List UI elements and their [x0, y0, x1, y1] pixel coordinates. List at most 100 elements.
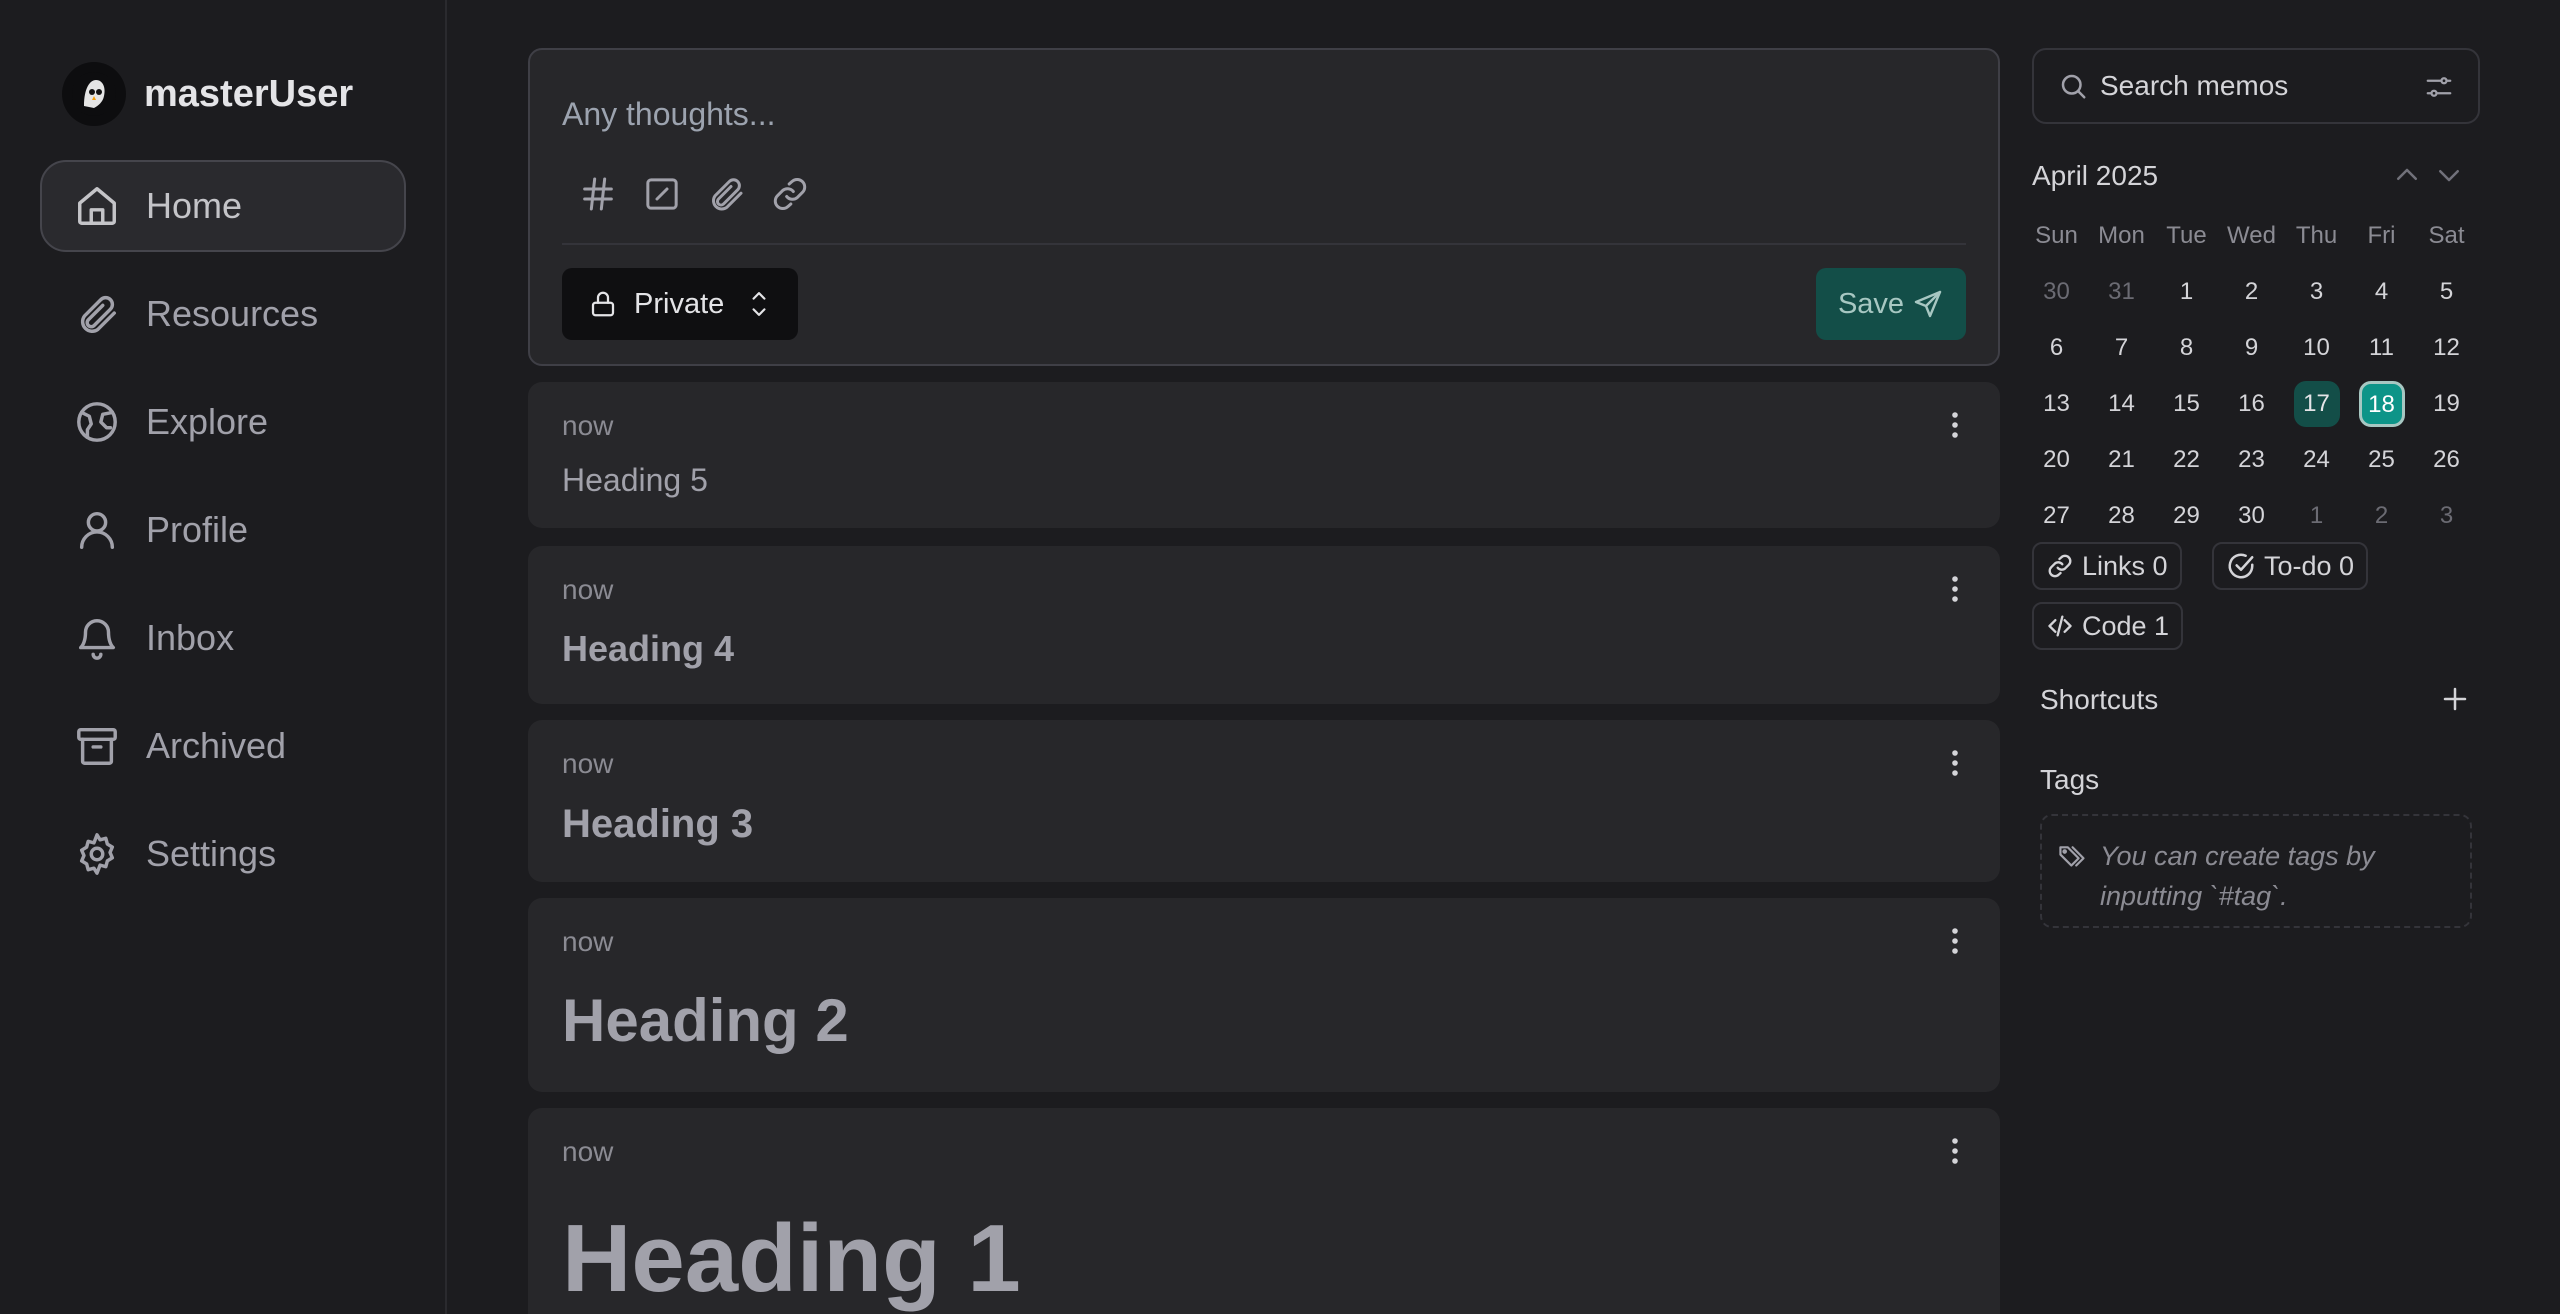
calendar-day[interactable]: 30 [2024, 278, 2089, 306]
calendar-day[interactable]: 30 [2219, 502, 2284, 530]
avatar [62, 62, 126, 126]
memo-heading: Heading 3 [562, 802, 754, 846]
nav-label: Inbox [146, 617, 235, 658]
more-vertical-icon[interactable] [1950, 926, 1960, 961]
sidebar: masterUser Home Resources Explore Profil… [0, 0, 447, 1314]
search-icon [2061, 74, 2086, 99]
calendar-day[interactable]: 13 [2024, 390, 2089, 418]
weekday-label: Wed [2227, 222, 2276, 249]
memo-time: now [562, 574, 614, 605]
calendar-day[interactable]: 2 [2349, 502, 2414, 530]
paperclip-icon [80, 295, 116, 333]
memo-card[interactable]: now Heading 5 [528, 382, 2000, 528]
calendar-day[interactable]: 15 [2154, 390, 2219, 418]
calendar-day[interactable]: 7 [2089, 334, 2154, 362]
gear-icon [79, 833, 115, 875]
calendar-day[interactable]: 23 [2219, 446, 2284, 474]
calendar-day[interactable]: 21 [2089, 446, 2154, 474]
memo-card[interactable]: now Heading 2 [528, 898, 2000, 1092]
chevron-down-icon[interactable] [2434, 160, 2464, 190]
nav-label: Home [146, 185, 243, 226]
archive-icon [77, 727, 117, 765]
search-input[interactable]: Search memos [2100, 70, 2288, 102]
calendar-week: 20 21 22 23 24 25 26 [2024, 432, 2488, 488]
more-vertical-icon[interactable] [1950, 748, 1960, 783]
calendar-day[interactable]: 29 [2154, 502, 2219, 530]
globe-icon [77, 402, 117, 442]
links-stat-chip[interactable]: Links 0 [2032, 542, 2182, 590]
calendar-day[interactable]: 3 [2284, 278, 2349, 306]
calendar-day[interactable]: 1 [2284, 502, 2349, 530]
calendar-month-title: April 2025 [2032, 160, 2159, 191]
calendar-day[interactable]: 14 [2089, 390, 2154, 418]
calendar-day[interactable]: 16 [2219, 390, 2284, 418]
memo-input[interactable]: Any thoughts... [562, 96, 775, 133]
link-icon [2048, 554, 2072, 578]
username: masterUser [144, 72, 354, 115]
calendar-day[interactable]: 8 [2154, 334, 2219, 362]
calendar-day[interactable]: 5 [2414, 278, 2479, 306]
chevron-up-icon[interactable] [2392, 160, 2422, 190]
memo-heading: Heading 1 [562, 1205, 1021, 1312]
calendar-day[interactable]: 1 [2154, 278, 2219, 306]
code-stat-chip[interactable]: Code 1 [2032, 602, 2184, 650]
checkbox-icon[interactable] [642, 174, 682, 219]
tags-hint-text: You can create tags by inputting `#tag`. [2100, 841, 2375, 911]
more-vertical-icon[interactable] [1950, 574, 1960, 609]
link-icon[interactable] [770, 174, 810, 219]
todo-stat-chip[interactable]: To-do 0 [2212, 542, 2369, 590]
calendar-day[interactable]: 10 [2284, 334, 2349, 362]
nav-item-settings[interactable]: Settings [40, 808, 406, 900]
calendar-day[interactable]: 19 [2414, 390, 2479, 418]
nav-item-home[interactable]: Home [40, 160, 406, 252]
nav-item-resources[interactable]: Resources [40, 268, 406, 360]
filter-sliders-icon[interactable] [2424, 72, 2454, 102]
nav-item-archived[interactable]: Archived [40, 700, 406, 792]
calendar-day[interactable]: 31 [2089, 278, 2154, 306]
weekday-label: Fri [2367, 222, 2396, 249]
add-shortcut-plus-icon[interactable] [2440, 684, 2470, 714]
shortcuts-title: Shortcuts [2040, 684, 2159, 715]
save-button[interactable]: Save [1816, 268, 1966, 340]
tags-empty-state: You can create tags by inputting `#tag`. [2040, 814, 2472, 928]
calendar-day[interactable]: 24 [2284, 446, 2349, 474]
calendar-day-selected[interactable]: 18 [2349, 381, 2414, 427]
memo-card[interactable]: now Heading 3 [528, 720, 2000, 882]
calendar-day[interactable]: 11 [2349, 334, 2414, 362]
nav-item-explore[interactable]: Explore [40, 376, 406, 468]
tag-hash-icon[interactable] [578, 174, 618, 219]
calendar-week: 13 14 15 16 17 18 19 [2024, 376, 2488, 432]
visibility-select[interactable]: Private [562, 268, 798, 340]
calendar-week: 6 7 8 9 10 11 12 [2024, 320, 2488, 376]
weekday-label: Thu [2295, 222, 2338, 249]
nav-item-inbox[interactable]: Inbox [40, 592, 406, 684]
calendar-day[interactable]: 22 [2154, 446, 2219, 474]
search-box[interactable]: Search memos [2032, 48, 2480, 124]
calendar-day[interactable]: 6 [2024, 334, 2089, 362]
calendar-day[interactable]: 26 [2414, 446, 2479, 474]
calendar-day[interactable]: 28 [2089, 502, 2154, 530]
memo-card[interactable]: now Heading 1 [528, 1108, 2000, 1314]
memo-card[interactable]: now Heading 4 [528, 546, 2000, 704]
attachment-icon[interactable] [706, 174, 746, 219]
calendar-day[interactable]: 12 [2414, 334, 2479, 362]
calendar-day[interactable]: 2 [2219, 278, 2284, 306]
calendar-day[interactable]: 25 [2349, 446, 2414, 474]
calendar-day[interactable]: 27 [2024, 502, 2089, 530]
more-vertical-icon[interactable] [1950, 1136, 1960, 1171]
calendar-day[interactable]: 4 [2349, 278, 2414, 306]
weekday-label: Sat [2428, 222, 2465, 249]
calendar-day[interactable]: 20 [2024, 446, 2089, 474]
nav-item-profile[interactable]: Profile [40, 484, 406, 576]
tags-icon [2059, 846, 2085, 867]
user-menu[interactable]: masterUser [62, 62, 353, 126]
calendar-day-today[interactable]: 17 [2284, 381, 2349, 427]
memo-editor[interactable]: Any thoughts... Private Save [528, 48, 2000, 366]
calendar-day[interactable]: 9 [2219, 334, 2284, 362]
home-icon [78, 187, 116, 225]
more-vertical-icon[interactable] [1950, 410, 1960, 445]
calendar-day[interactable]: 3 [2414, 502, 2479, 530]
memo-time: now [562, 926, 614, 957]
code-icon [2048, 615, 2072, 637]
memo-time: now [562, 1136, 614, 1167]
